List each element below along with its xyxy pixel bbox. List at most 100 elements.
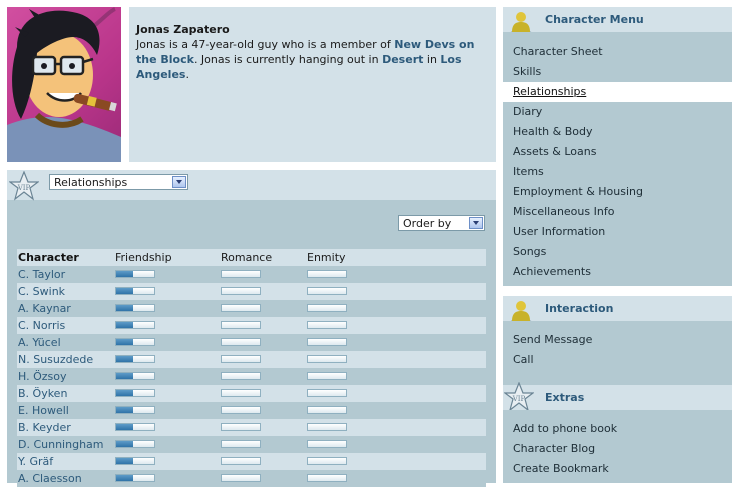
menu-item-assets-loans[interactable]: Assets & Loans: [513, 142, 596, 162]
character-menu-title: Character Menu: [545, 13, 644, 26]
enmity-bar: [307, 338, 347, 346]
table-row: Y. Gräf: [17, 453, 486, 470]
table-row: C. Swink: [17, 283, 486, 300]
friendship-bar: [115, 406, 155, 414]
character-link[interactable]: A. Yücel: [18, 334, 61, 351]
col-romance: Romance: [221, 251, 273, 264]
character-link[interactable]: C. Norris: [18, 317, 65, 334]
character-link[interactable]: E. Howell: [18, 402, 69, 419]
enmity-bar: [307, 423, 347, 431]
friendship-bar: [115, 474, 155, 482]
friendship-bar-fill: [116, 441, 134, 447]
friendship-bar: [115, 355, 155, 363]
character-link[interactable]: Y. Gräf: [18, 453, 53, 470]
svg-text:VIP: VIP: [17, 184, 31, 192]
enmity-bar: [307, 321, 347, 329]
menu-item-user-information[interactable]: User Information: [513, 222, 605, 242]
friendship-bar: [115, 423, 155, 431]
enmity-bar: [307, 270, 347, 278]
character-link[interactable]: H. Özsoy: [18, 368, 66, 385]
enmity-bar: [307, 287, 347, 295]
romance-bar: [221, 287, 261, 295]
character-link[interactable]: C. Taylor: [18, 266, 65, 283]
friendship-bar-fill: [116, 339, 134, 345]
menu-item-songs[interactable]: Songs: [513, 242, 546, 262]
character-menu-header: Character Menu: [503, 7, 732, 36]
order-by-value: Order by: [403, 217, 452, 230]
friendship-bar-fill: [116, 390, 134, 396]
friendship-bar-fill: [116, 373, 134, 379]
enmity-bar: [307, 440, 347, 448]
friendship-bar-fill: [116, 356, 134, 362]
menu-item-employment-housing[interactable]: Employment & Housing: [513, 182, 643, 202]
friendship-bar: [115, 389, 155, 397]
menu-item-items[interactable]: Items: [513, 162, 544, 182]
enmity-bar: [307, 406, 347, 414]
friendship-bar-fill: [116, 288, 134, 294]
enmity-bar: [307, 457, 347, 465]
menu-item-character-sheet[interactable]: Character Sheet: [513, 42, 603, 62]
menu-item-character-blog[interactable]: Character Blog: [513, 439, 595, 459]
table-header: Character Friendship Romance Enmity: [17, 249, 486, 266]
relationships-table: Character Friendship Romance Enmity C. T…: [17, 249, 486, 487]
romance-bar: [221, 372, 261, 380]
chevron-down-icon: [172, 176, 186, 188]
table-row: H. Özsoy: [17, 368, 486, 385]
chevron-down-icon: [469, 217, 483, 229]
romance-bar: [221, 304, 261, 312]
character-link[interactable]: D. Cunningham: [18, 436, 104, 453]
character-link[interactable]: A. Kaynar: [18, 300, 71, 317]
order-by-select[interactable]: Order by: [398, 215, 485, 231]
romance-bar: [221, 338, 261, 346]
interaction-header: Interaction: [503, 296, 732, 325]
character-link[interactable]: B. Öyken: [18, 385, 67, 402]
friendship-bar: [115, 321, 155, 329]
friendship-bar: [115, 457, 155, 465]
sidebar: Character Menu Character Sheet Skills Rela…: [503, 7, 732, 483]
desc-text-1: Jonas is a 47-year-old guy who is a memb…: [136, 38, 395, 51]
table-body: C. Taylor C. Swink A. Kaynar C. Norris A. Yü…: [17, 266, 486, 487]
friendship-bar-fill: [116, 458, 134, 464]
menu-item-miscellaneous-info[interactable]: Miscellaneous Info: [513, 202, 614, 222]
menu-item-add-to-phone-book[interactable]: Add to phone book: [513, 419, 617, 439]
friendship-bar: [115, 287, 155, 295]
friendship-bar-fill: [116, 475, 134, 481]
table-row: B. Öyken: [17, 385, 486, 402]
table-row: D. Cunningham: [17, 436, 486, 453]
menu-item-call[interactable]: Call: [513, 350, 534, 370]
table-row: A. Claesson: [17, 470, 486, 487]
friendship-bar-fill: [116, 407, 134, 413]
romance-bar: [221, 423, 261, 431]
menu-item-diary[interactable]: Diary: [513, 102, 542, 122]
romance-bar: [221, 389, 261, 397]
extras-list: Add to phone book Character Blog Create Bo…: [503, 410, 732, 483]
menu-item-relationships[interactable]: Relationships: [503, 82, 732, 102]
friendship-bar: [115, 304, 155, 312]
character-description: Jonas is a 47-year-old guy who is a memb…: [136, 37, 481, 82]
vip-star-icon: VIP: [9, 171, 39, 201]
profile-box: Jonas Zapatero Jonas is a 47-year-old gu…: [129, 7, 496, 162]
friendship-bar: [115, 372, 155, 380]
character-link[interactable]: N. Susuzdede: [18, 351, 93, 368]
friendship-bar-fill: [116, 424, 134, 430]
view-select-value: Relationships: [54, 176, 128, 189]
romance-bar: [221, 474, 261, 482]
character-link[interactable]: B. Keyder: [18, 419, 71, 436]
menu-item-send-message[interactable]: Send Message: [513, 330, 592, 350]
location-link[interactable]: Desert: [382, 53, 423, 66]
friendship-bar: [115, 440, 155, 448]
character-name: Jonas Zapatero: [136, 23, 230, 36]
romance-bar: [221, 457, 261, 465]
menu-item-create-bookmark[interactable]: Create Bookmark: [513, 459, 609, 479]
vip-star-icon: VIP: [504, 382, 534, 412]
menu-item-skills[interactable]: Skills: [513, 62, 541, 82]
table-row: C. Taylor: [17, 266, 486, 283]
table-row: A. Yücel: [17, 334, 486, 351]
menu-item-health-body[interactable]: Health & Body: [513, 122, 592, 142]
view-select[interactable]: Relationships: [49, 174, 188, 190]
enmity-bar: [307, 304, 347, 312]
menu-item-achievements[interactable]: Achievements: [513, 262, 591, 282]
character-link[interactable]: A. Claesson: [18, 470, 82, 487]
character-link[interactable]: C. Swink: [18, 283, 65, 300]
character-menu-list: Character Sheet Skills Relationships Diary H…: [503, 32, 732, 286]
